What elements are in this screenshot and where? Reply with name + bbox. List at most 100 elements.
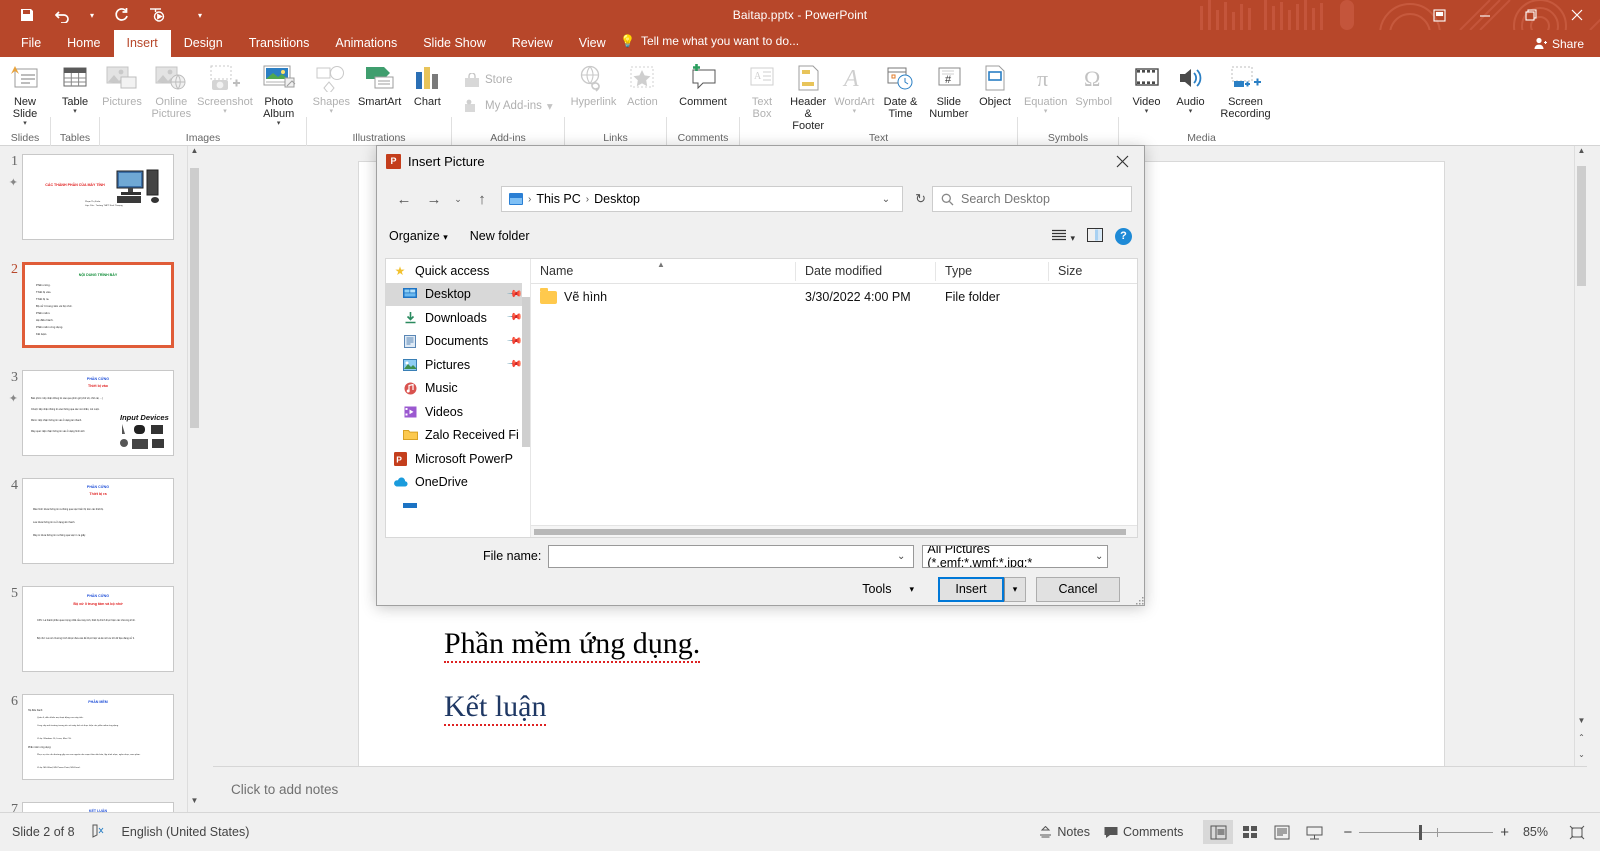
table-button[interactable]: Table ▾	[53, 59, 97, 116]
my-addins-button[interactable]: My Add-ins ▾	[460, 93, 557, 119]
dialog-sidebar[interactable]: ★ Quick access Desktop 📌 Downloads 📌 Doc…	[386, 259, 531, 537]
sidebar-item-zalo-received-files[interactable]: Zalo Received Fi	[386, 424, 530, 448]
header-footer-button[interactable]: Header & Footer	[784, 59, 832, 132]
sidebar-item-partial[interactable]	[386, 494, 530, 518]
insert-button[interactable]: Insert	[938, 576, 1004, 602]
sidebar-item-videos[interactable]: Videos	[386, 400, 530, 424]
minimize-icon[interactable]	[1462, 0, 1508, 30]
breadcrumb-this-pc[interactable]: This PC	[536, 192, 580, 206]
preview-pane-button[interactable]	[1087, 227, 1103, 245]
scrollbar-thumb[interactable]	[190, 168, 199, 428]
sidebar-item-microsoft-powerpoint[interactable]: P Microsoft PowerP	[386, 447, 530, 471]
scrollbar-thumb[interactable]	[534, 529, 1126, 535]
thumbnail-scrollbar[interactable]: ▲ ▼	[187, 146, 200, 812]
sidebar-item-quick-access[interactable]: ★ Quick access	[386, 259, 530, 283]
tab-design[interactable]: Design	[171, 30, 236, 57]
tab-review[interactable]: Review	[499, 30, 566, 57]
screenshot-button[interactable]: Screenshot ▾	[197, 59, 253, 116]
tab-insert[interactable]: Insert	[113, 30, 171, 57]
thumbnail-slide-4[interactable]: 4 PHẦN CỨNG Thiết bị ra Màn hình: Đưa th…	[0, 472, 200, 564]
object-button[interactable]: Object	[973, 59, 1017, 108]
sidebar-scrollbar[interactable]	[522, 259, 530, 537]
pictures-button[interactable]: Pictures	[100, 59, 144, 108]
sidebar-item-pictures[interactable]: Pictures 📌	[386, 353, 530, 377]
action-button[interactable]: Action	[620, 59, 664, 108]
breadcrumb-desktop[interactable]: Desktop	[594, 192, 640, 206]
slide-show-button[interactable]	[1299, 820, 1329, 844]
scroll-down-icon[interactable]: ▼	[188, 796, 200, 812]
sidebar-item-desktop[interactable]: Desktop 📌	[386, 282, 530, 306]
slide-thumbnail-pane[interactable]: 1 CÁC THÀNH PHẦN CỦA MÁY TÍNH Phạm Thị X…	[0, 146, 200, 812]
photo-album-button[interactable]: Photo Album ▾	[251, 59, 306, 128]
symbol-button[interactable]: Ω Symbol	[1071, 59, 1116, 108]
new-slide-button[interactable]: New Slide ▾	[0, 59, 50, 128]
shapes-button[interactable]: Shapes ▾	[309, 59, 354, 116]
chevron-down-icon[interactable]: ⌄	[897, 551, 909, 562]
tab-file[interactable]: File	[8, 30, 54, 57]
comments-button[interactable]: Comments	[1104, 825, 1183, 839]
share-button[interactable]: Share	[1526, 33, 1592, 54]
ribbon-display-options-icon[interactable]	[1416, 0, 1462, 30]
text-box-button[interactable]: A Text Box	[740, 59, 784, 120]
zoom-thumb[interactable]	[1419, 824, 1423, 840]
tab-slide-show[interactable]: Slide Show	[410, 30, 499, 57]
thumbnail-preview[interactable]: CÁC THÀNH PHẦN CỦA MÁY TÍNH Phạm Thị Xuâ…	[22, 154, 174, 240]
fit-slide-icon[interactable]	[1562, 820, 1592, 844]
thumbnail-slide-1[interactable]: 1 CÁC THÀNH PHẦN CỦA MÁY TÍNH Phạm Thị X…	[0, 148, 200, 240]
chevron-down-icon[interactable]: ⌄	[1095, 551, 1103, 562]
thumbnail-preview[interactable]: PHẦN CỨNG Bộ xử lí trung tâm và bộ nhớ C…	[22, 586, 174, 672]
address-bar[interactable]: › This PC › Desktop ⌄	[501, 186, 904, 212]
sidebar-item-music[interactable]: Music	[386, 377, 530, 401]
file-list-horizontal-scrollbar[interactable]	[531, 525, 1137, 537]
zoom-slider[interactable]: − +	[1343, 824, 1509, 841]
scrollbar-thumb[interactable]	[522, 297, 530, 447]
file-type-filter-select[interactable]: All Pictures (*.emf;*.wmf;*.jpg;* ⌄	[922, 544, 1109, 568]
scroll-up-icon[interactable]: ▲	[1575, 146, 1588, 162]
recent-locations-button[interactable]: ⌄	[449, 186, 467, 212]
tab-home[interactable]: Home	[54, 30, 113, 57]
forward-button[interactable]: →	[419, 186, 449, 212]
comment-button[interactable]: Comment	[675, 59, 731, 108]
smartart-button[interactable]: SmartArt	[354, 59, 405, 108]
insert-picture-dialog[interactable]: P Insert Picture ← → ⌄ ↑ › This PC › Des…	[376, 145, 1145, 606]
tools-button[interactable]: Tools ▾	[848, 577, 928, 601]
slide-scrollbar[interactable]: ▲ ▼ ⌃ ⌄	[1574, 146, 1587, 766]
up-button[interactable]: ↑	[467, 186, 497, 212]
tab-animations[interactable]: Animations	[322, 30, 410, 57]
file-name-input[interactable]: ⌄	[548, 544, 915, 568]
restore-icon[interactable]	[1508, 0, 1554, 30]
thumbnail-preview[interactable]: KẾT LUẬN	[22, 802, 174, 812]
new-folder-button[interactable]: New folder	[470, 229, 530, 243]
online-pictures-button[interactable]: Online Pictures	[144, 59, 199, 120]
zoom-level[interactable]: 85%	[1523, 825, 1548, 839]
chart-button[interactable]: Chart	[405, 59, 449, 108]
view-options-button[interactable]: ▾	[1051, 229, 1075, 244]
tab-transitions[interactable]: Transitions	[236, 30, 323, 57]
window-controls[interactable]	[1416, 0, 1600, 30]
next-slide-icon[interactable]: ⌄	[1575, 750, 1588, 766]
reading-view-button[interactable]	[1267, 820, 1297, 844]
tell-me-search[interactable]: 💡 Tell me what you want to do...	[620, 34, 799, 48]
tab-view[interactable]: View	[566, 30, 619, 57]
store-button[interactable]: Store	[460, 67, 517, 93]
thumbnail-slide-2[interactable]: 2 NỘI DUNG TRÌNH BÀY Phần cứng. Thiết bị…	[0, 256, 200, 348]
slide-number-button[interactable]: # Slide Number	[925, 59, 973, 120]
refresh-icon[interactable]: ↻	[909, 191, 932, 207]
organize-button[interactable]: Organize ▾	[389, 229, 448, 243]
close-icon[interactable]	[1554, 0, 1600, 30]
scrollbar-thumb[interactable]	[1577, 166, 1586, 286]
previous-slide-icon[interactable]: ⌃	[1575, 733, 1588, 749]
chevron-down-icon[interactable]: ⌄	[874, 194, 898, 205]
zoom-in-button[interactable]: +	[1500, 824, 1509, 841]
normal-view-button[interactable]	[1203, 820, 1234, 844]
notes-pane[interactable]: Click to add notes	[213, 766, 1587, 812]
sidebar-item-documents[interactable]: Documents 📌	[386, 330, 530, 354]
thumbnail-slide-5[interactable]: 5 PHẦN CỨNG Bộ xử lí trung tâm và bộ nhớ…	[0, 580, 200, 672]
help-button[interactable]: ?	[1115, 227, 1132, 245]
column-header-type[interactable]: Type	[936, 261, 1049, 281]
thumbnail-preview[interactable]: PHẦN MỀM Hệ điều hành: Quản lí, điều khi…	[22, 694, 174, 780]
sidebar-item-downloads[interactable]: Downloads 📌	[386, 306, 530, 330]
thumbnail-preview[interactable]: PHẦN CỨNG Thiết bị ra Màn hình: Đưa thôn…	[22, 478, 174, 564]
file-list[interactable]: Name Date modified Type Size ▲ Vẽ hình 3…	[531, 259, 1137, 537]
slide-line-2[interactable]: Kết luận	[444, 690, 547, 726]
